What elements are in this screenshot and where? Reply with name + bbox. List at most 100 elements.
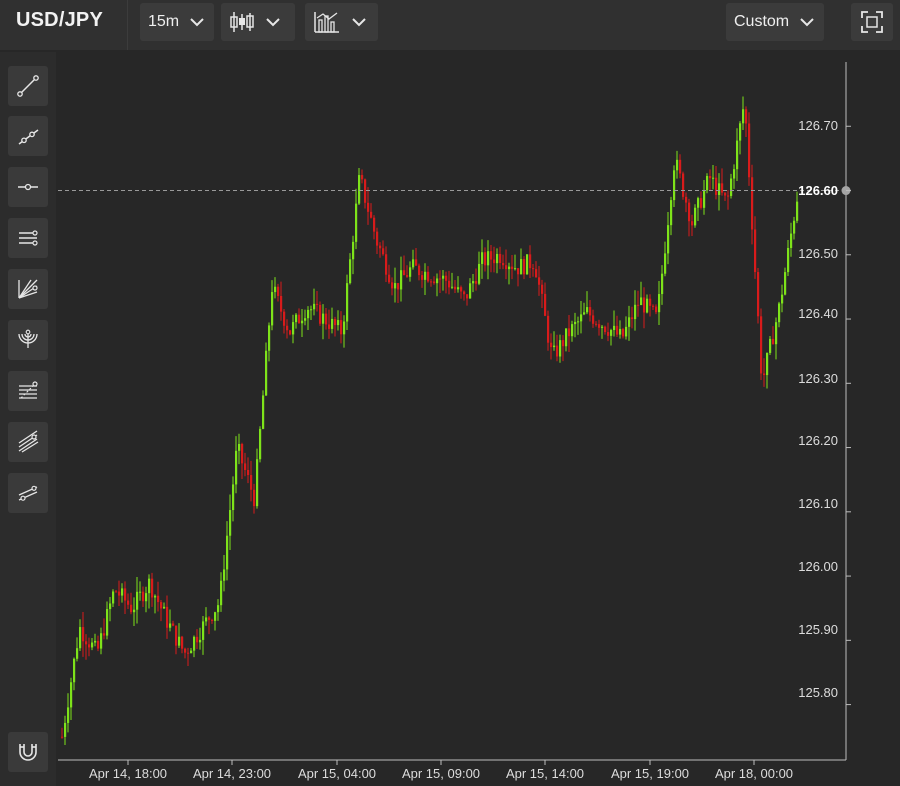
- candle-body: [307, 309, 310, 319]
- candle-body: [241, 443, 244, 464]
- parallel-channel-tool[interactable]: [8, 218, 48, 258]
- price-tick-label: 125.90: [798, 622, 838, 637]
- horizontal-line-icon: [18, 183, 38, 191]
- time-tick-label: Apr 15, 04:00: [297, 766, 377, 781]
- candle-body: [94, 640, 97, 643]
- horizontal-line-tool[interactable]: [8, 167, 48, 207]
- magnet-tool[interactable]: [8, 732, 48, 772]
- top-toolbar: USD/JPY 15m Custom: [0, 0, 900, 50]
- candle-body: [250, 475, 253, 490]
- candle-body: [451, 286, 454, 288]
- price-tick-label: 126.00: [798, 559, 838, 574]
- price-tick-label: 126.70: [798, 118, 838, 133]
- pitchfork-tool[interactable]: [8, 422, 48, 462]
- candle-body: [364, 179, 367, 203]
- candle-body: [166, 606, 169, 628]
- time-tick-label: Apr 14, 18:00: [88, 766, 168, 781]
- fib-arcs-tool[interactable]: [8, 320, 48, 360]
- chevron-down-icon: [352, 18, 366, 27]
- candle-body: [634, 304, 637, 320]
- candle-body: [769, 338, 772, 353]
- candle-body: [460, 287, 463, 292]
- candle-body: [616, 325, 619, 335]
- candle-body: [424, 271, 427, 280]
- candle-body: [535, 269, 538, 278]
- drawing-tools-panel: [0, 52, 56, 786]
- candle-body: [478, 263, 481, 284]
- candle-body: [505, 265, 508, 270]
- candle-body: [85, 641, 88, 645]
- candle-body: [490, 251, 493, 260]
- ray-line-tool[interactable]: [8, 116, 48, 156]
- candle-body: [127, 600, 130, 605]
- candle-body: [376, 231, 379, 246]
- candle-body: [730, 178, 733, 196]
- candle-body: [532, 268, 535, 270]
- price-chart[interactable]: [58, 52, 900, 786]
- candle-body: [313, 303, 316, 310]
- candle-body: [382, 248, 385, 255]
- candle-body: [757, 272, 760, 317]
- chart-type-dropdown[interactable]: [221, 3, 295, 41]
- candle-body: [556, 345, 559, 357]
- candle-body: [724, 192, 727, 196]
- candle-body: [463, 291, 466, 295]
- symbol-title[interactable]: USD/JPY: [16, 9, 103, 32]
- candle-body: [436, 278, 439, 284]
- candle-body: [571, 324, 574, 337]
- candle-body: [82, 627, 85, 642]
- candle-body: [370, 211, 373, 218]
- candle-body: [499, 253, 502, 264]
- chevron-down-icon: [800, 18, 814, 27]
- candle-body: [481, 252, 484, 264]
- candle-body: [508, 266, 511, 270]
- candle-body: [157, 595, 160, 603]
- candle-body: [394, 283, 397, 289]
- fib-fan-tool[interactable]: [8, 269, 48, 309]
- candle-body: [205, 617, 208, 622]
- candle-body: [310, 309, 313, 311]
- candle-body: [457, 287, 460, 290]
- candle-body: [325, 313, 328, 325]
- candle-body: [358, 175, 361, 204]
- candle-body: [526, 254, 529, 275]
- candle-body: [751, 177, 754, 230]
- candle-body: [301, 320, 304, 324]
- indicators-icon: [314, 12, 339, 33]
- candle-body: [430, 281, 433, 283]
- regression-tool[interactable]: [8, 473, 48, 513]
- candle-body: [514, 268, 517, 270]
- layout-dropdown[interactable]: Custom: [726, 3, 824, 41]
- candle-body: [550, 342, 553, 348]
- trend-line-tool[interactable]: [8, 66, 48, 106]
- candle-body: [670, 200, 673, 226]
- toolbar-divider: [127, 0, 128, 50]
- candle-body: [229, 510, 232, 536]
- candle-body: [511, 266, 514, 269]
- candle-body: [247, 469, 250, 476]
- candle-body: [289, 330, 292, 335]
- candle-body: [574, 321, 577, 325]
- candle-body: [466, 294, 469, 299]
- candle-body: [781, 294, 784, 304]
- candle-body: [175, 625, 178, 646]
- fib-arcs-icon: [18, 329, 38, 348]
- candle-body: [118, 591, 121, 596]
- candle-body: [91, 642, 94, 648]
- candle-body: [193, 636, 196, 651]
- candle-body: [73, 658, 76, 683]
- candle-body: [427, 271, 430, 282]
- price-tick-label: 126.30: [798, 371, 838, 386]
- interval-dropdown[interactable]: 15m: [140, 3, 214, 41]
- candle-body: [172, 623, 175, 626]
- price-tick-label: 126.40: [798, 306, 838, 321]
- fullscreen-button[interactable]: [851, 3, 893, 41]
- candle-body: [385, 254, 388, 275]
- candle-body: [625, 326, 628, 337]
- candle-body: [226, 535, 229, 570]
- candle-body: [124, 588, 127, 601]
- candle-body: [112, 591, 115, 604]
- candle-body: [439, 278, 442, 280]
- indicators-dropdown[interactable]: [305, 3, 378, 41]
- fib-retracement-tool[interactable]: [8, 371, 48, 411]
